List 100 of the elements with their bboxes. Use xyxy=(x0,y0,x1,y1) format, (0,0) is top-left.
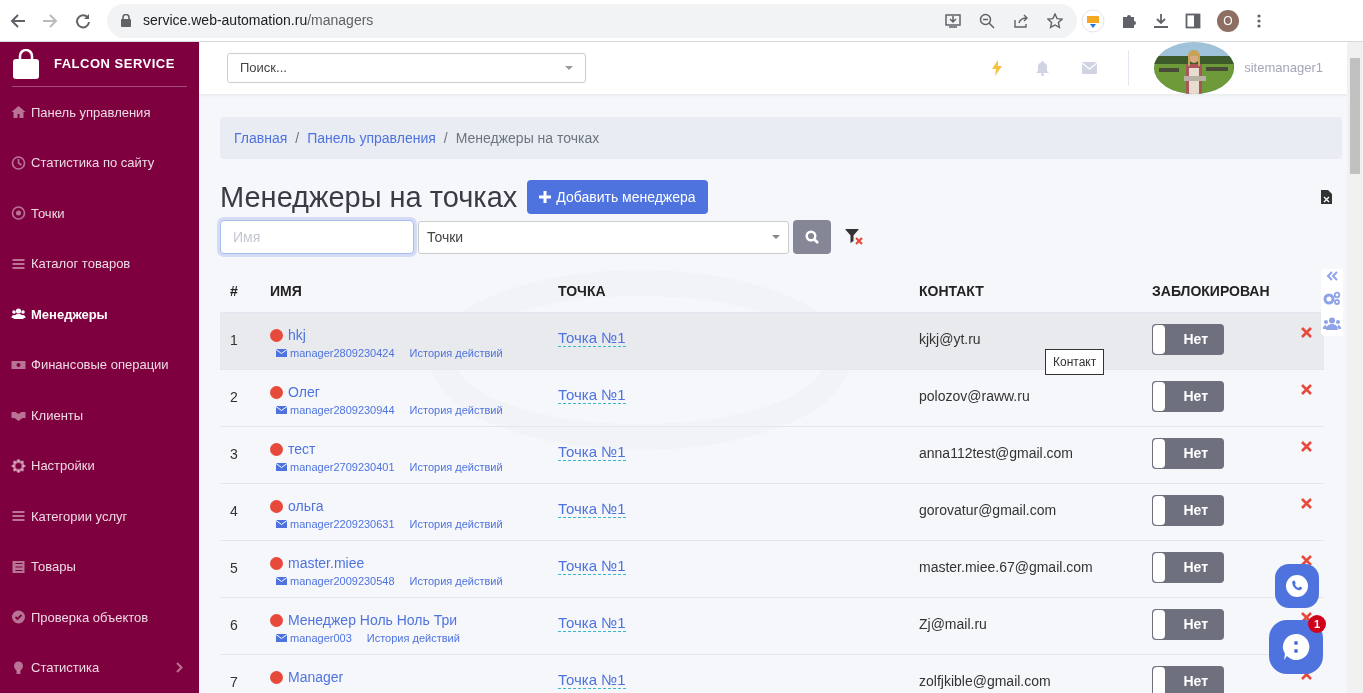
reload-icon[interactable] xyxy=(75,12,91,29)
users-icon[interactable] xyxy=(1323,317,1341,330)
login-link[interactable]: manager2709230401 xyxy=(290,459,395,476)
sidebar-item[interactable]: Проверка объектов xyxy=(0,592,199,643)
manager-name-link[interactable]: тест xyxy=(288,440,316,458)
download-icon[interactable] xyxy=(1153,12,1169,29)
side-panel-icon[interactable] xyxy=(1185,12,1201,29)
delete-icon[interactable] xyxy=(1301,612,1312,623)
envelope-icon xyxy=(276,634,287,643)
add-manager-button[interactable]: Добавить менеджера xyxy=(527,180,708,214)
sidebar-item[interactable]: Товары xyxy=(0,541,199,592)
blocked-toggle[interactable]: Нет xyxy=(1152,438,1224,469)
delete-icon[interactable] xyxy=(1301,555,1312,566)
sidebar-item[interactable]: Статистика по сайту xyxy=(0,137,199,188)
username[interactable]: sitemanager1 xyxy=(1244,58,1323,78)
row-number: 6 xyxy=(230,617,238,633)
manager-name-link[interactable]: ольга xyxy=(288,497,324,515)
blocked-toggle[interactable]: Нет xyxy=(1152,381,1224,412)
login-link[interactable]: manager2009230548 xyxy=(290,573,395,590)
gears-icon[interactable] xyxy=(1323,291,1341,305)
breadcrumb-separator: / xyxy=(443,128,448,148)
history-link[interactable]: История действий xyxy=(409,516,503,533)
delete-icon[interactable] xyxy=(1301,327,1312,338)
manager-name-link[interactable]: Manager xyxy=(288,668,344,686)
status-dot-icon xyxy=(270,556,283,570)
breadcrumb-link[interactable]: Главная xyxy=(234,127,288,149)
sidebar-item[interactable]: Настройки xyxy=(0,440,199,491)
point-link[interactable]: Точка №1 xyxy=(558,671,626,689)
manager-name-link[interactable]: Менеджер Ноль Ноль Три xyxy=(288,611,458,629)
table-row[interactable]: 4 ольга manager2209230631 История действий Точка №1 gorovatur@gmail.com Нет xyxy=(220,484,1324,541)
history-link[interactable]: История действий xyxy=(409,402,503,419)
delete-icon[interactable] xyxy=(1301,441,1312,452)
sidebar-item[interactable]: Панель управления xyxy=(0,87,199,138)
puzzle-icon[interactable] xyxy=(1121,12,1137,29)
login-link[interactable]: manager2209230631 xyxy=(290,516,395,533)
blocked-toggle[interactable]: Нет xyxy=(1152,552,1224,583)
blocked-toggle[interactable]: Нет xyxy=(1152,324,1224,355)
contact-email: anna112test@gmail.com xyxy=(919,445,1074,461)
envelope-icon xyxy=(276,577,287,586)
profile-avatar[interactable]: O xyxy=(1217,9,1239,32)
star-icon[interactable] xyxy=(1047,12,1063,29)
clear-filter-icon[interactable] xyxy=(845,228,865,246)
sidebar-item[interactable]: Каталог товаров xyxy=(0,238,199,289)
sidebar-item[interactable]: Клиенты xyxy=(0,390,199,441)
house-icon xyxy=(11,105,26,120)
phone-chat-button[interactable] xyxy=(1275,564,1319,608)
manager-name-link[interactable]: master.miee xyxy=(288,554,365,572)
table-row[interactable]: 3 тест manager2709230401 История действий Точка №1 anna112test@gmail.com Нет xyxy=(220,427,1324,484)
back-icon[interactable] xyxy=(10,12,26,29)
point-link[interactable]: Точка №1 xyxy=(558,500,626,518)
sidebar-item[interactable]: Финансовые операции xyxy=(0,339,199,390)
sidebar-item[interactable]: Точки xyxy=(0,188,199,239)
login-link[interactable]: manager003 xyxy=(290,630,352,647)
table-row[interactable]: 2 Олег manager2809230944 История действий Точка №1 polozov@raww.ru Нет xyxy=(220,370,1324,427)
scrollbar[interactable] xyxy=(1347,42,1363,693)
envelope-icon xyxy=(276,520,287,529)
sidebar-item[interactable]: Менеджеры xyxy=(0,289,199,340)
history-link[interactable]: История действий xyxy=(409,459,503,476)
table-icon xyxy=(11,559,26,574)
row-number: 7 xyxy=(230,674,238,690)
status-dot-icon xyxy=(270,613,283,627)
excel-file-icon[interactable] xyxy=(1321,190,1332,204)
chat-bubble-icon xyxy=(1281,632,1311,662)
contact-email: kjkj@yt.ru xyxy=(919,331,981,347)
share-icon[interactable] xyxy=(1013,12,1029,29)
sidebar-item[interactable]: Статистика xyxy=(0,642,199,693)
name-field[interactable]: Имя xyxy=(220,220,414,254)
history-link[interactable]: История действий xyxy=(409,573,503,590)
more-icon[interactable] xyxy=(1257,12,1261,29)
point-link[interactable]: Точка №1 xyxy=(558,614,626,632)
row-number: 3 xyxy=(230,446,238,462)
double-chevron-left-icon[interactable] xyxy=(1326,271,1338,281)
target-icon xyxy=(11,206,26,221)
point-link[interactable]: Точка №1 xyxy=(558,386,626,404)
list-icon xyxy=(11,256,26,271)
delete-icon[interactable] xyxy=(1301,498,1312,509)
manager-name-link[interactable]: Олег xyxy=(288,383,320,401)
blocked-toggle[interactable]: Нет xyxy=(1152,609,1224,640)
manager-name-link[interactable]: hkj xyxy=(288,326,306,344)
chat-button[interactable] xyxy=(1269,620,1323,674)
login-link[interactable]: manager2809230944 xyxy=(290,402,395,419)
login-link[interactable]: manager2809230424 xyxy=(290,345,395,362)
points-select[interactable]: Точки xyxy=(418,220,789,254)
blocked-toggle[interactable]: Нет xyxy=(1152,666,1224,693)
delete-icon[interactable] xyxy=(1301,384,1312,395)
search-button[interactable] xyxy=(793,220,831,254)
sidebar-item[interactable]: Категории услуг xyxy=(0,491,199,542)
point-link[interactable]: Точка №1 xyxy=(558,557,626,575)
point-link[interactable]: Точка №1 xyxy=(558,329,626,347)
zoom-out-icon[interactable] xyxy=(979,12,995,29)
install-icon[interactable] xyxy=(945,12,961,29)
breadcrumb-link[interactable]: Панель управления xyxy=(307,127,436,149)
point-link[interactable]: Точка №1 xyxy=(558,443,626,461)
search-select[interactable]: Поиск... xyxy=(227,53,586,83)
history-link[interactable]: История действий xyxy=(366,630,460,647)
row-number: 1 xyxy=(230,332,238,348)
address-bar[interactable]: service.web-automation.ru/managers xyxy=(107,3,1077,38)
plus-icon xyxy=(539,191,552,203)
blocked-toggle[interactable]: Нет xyxy=(1152,495,1224,526)
history-link[interactable]: История действий xyxy=(409,345,503,362)
